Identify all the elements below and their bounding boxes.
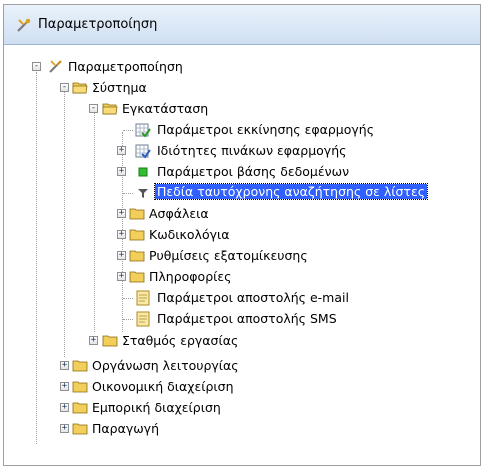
folder-icon bbox=[72, 360, 88, 372]
tree-node-personalization[interactable]: + Ρυθμίσεις εξατομίκευσης bbox=[115, 246, 415, 266]
filter-icon bbox=[138, 189, 148, 198]
collapse-toggle[interactable]: - bbox=[32, 62, 41, 71]
folder-icon bbox=[129, 229, 145, 241]
tree-node-operations[interactable]: + Οργάνωση λειτουργίας bbox=[58, 356, 358, 376]
tree-item-sms-params[interactable]: Παράμετροι αποστολής SMS bbox=[115, 309, 445, 329]
folder-icon bbox=[129, 250, 145, 262]
folder-icon bbox=[129, 271, 145, 283]
tree-node-label: Πληροφορίες bbox=[149, 269, 232, 284]
tree-node-system[interactable]: - Σύστημα bbox=[58, 78, 358, 98]
folder-icon bbox=[102, 335, 118, 347]
tree-node-financial[interactable]: + Οικονομική διαχείριση bbox=[58, 377, 358, 397]
document-icon bbox=[136, 290, 150, 306]
tree-node-label: Ρυθμίσεις εξατομίκευσης bbox=[149, 248, 308, 263]
tree-node-security[interactable]: + Ασφάλεια bbox=[115, 204, 415, 224]
tree-node-label: Ιδιότητες πινάκων εφαρμογής bbox=[157, 143, 347, 158]
tree-node-label: Οικονομική διαχείριση bbox=[92, 379, 234, 394]
tree-node-label: Παραμετροποίηση bbox=[68, 59, 183, 74]
collapse-toggle[interactable]: - bbox=[89, 104, 98, 113]
table-check-icon bbox=[135, 123, 151, 138]
folder-open-icon bbox=[72, 82, 88, 94]
folder-icon bbox=[72, 381, 88, 393]
collapse-toggle[interactable]: - bbox=[60, 83, 69, 92]
expand-toggle[interactable]: + bbox=[117, 272, 126, 281]
expand-toggle[interactable]: + bbox=[60, 403, 69, 412]
tree-node-label: Παράμετροι εκκίνησης εφαρμογής bbox=[157, 122, 375, 137]
tree-node-label: Εμπορική διαχείριση bbox=[92, 400, 221, 415]
tree-item-table-properties[interactable]: + Ιδιότητες πινάκων εφαρμογής bbox=[115, 141, 445, 161]
tree-item-email-params[interactable]: Παράμετροι αποστολής e-mail bbox=[115, 288, 445, 308]
tree-node-label: Παραγωγή bbox=[92, 421, 159, 436]
expand-toggle[interactable]: + bbox=[60, 382, 69, 391]
tree-node-label: Παράμετροι αποστολής e-mail bbox=[157, 290, 349, 305]
expand-toggle[interactable]: + bbox=[117, 230, 126, 239]
tools-icon bbox=[49, 60, 62, 73]
tree-node-information[interactable]: + Πληροφορίες bbox=[115, 267, 415, 287]
folder-open-icon bbox=[102, 103, 118, 115]
tree-item-search-fields[interactable]: Πεδία ταυτόχρονης αναζήτησης σε λίστες bbox=[115, 183, 465, 203]
expand-toggle[interactable]: + bbox=[117, 251, 126, 260]
tree-node-label: Κωδικολόγια bbox=[149, 227, 230, 242]
expand-toggle[interactable]: + bbox=[89, 336, 98, 345]
tree-node-commercial[interactable]: + Εμπορική διαχείριση bbox=[58, 398, 358, 418]
tree-node-label: Παράμετροι αποστολής SMS bbox=[157, 311, 337, 326]
tree-node-label: Παράμετροι βάσης δεδομένων bbox=[157, 164, 350, 179]
tree-node-codes[interactable]: + Κωδικολόγια bbox=[115, 225, 415, 245]
tree-node-label-selected: Πεδία ταυτόχρονης αναζήτησης σε λίστες bbox=[153, 183, 429, 200]
document-icon bbox=[136, 311, 150, 327]
tree-node-installation[interactable]: - Εγκατάσταση bbox=[86, 99, 386, 119]
expand-toggle[interactable]: + bbox=[117, 167, 126, 176]
tree-item-database-params[interactable]: + Παράμετροι βάσης δεδομένων bbox=[115, 162, 445, 182]
tree-node-label: Σταθμός εργασίας bbox=[122, 333, 239, 348]
settings-tree[interactable]: - Παραμετροποίηση - Σύστημα - Εγκατάστασ… bbox=[0, 0, 483, 468]
folder-icon bbox=[72, 402, 88, 414]
expand-toggle[interactable]: + bbox=[60, 424, 69, 433]
tree-node-workstation[interactable]: + Σταθμός εργασίας bbox=[86, 331, 386, 351]
expand-toggle[interactable]: + bbox=[60, 361, 69, 370]
folder-icon bbox=[129, 208, 145, 220]
expand-toggle[interactable]: + bbox=[117, 146, 126, 155]
tree-node-label: Ασφάλεια bbox=[149, 206, 209, 221]
tree-node-label: Εγκατάσταση bbox=[122, 101, 209, 116]
tree-item-startup-params[interactable]: Παράμετροι εκκίνησης εφαρμογής bbox=[115, 120, 445, 140]
table-check-icon bbox=[135, 144, 151, 159]
tree-node-label: Οργάνωση λειτουργίας bbox=[92, 358, 239, 373]
green-square-icon bbox=[138, 167, 148, 177]
folder-icon bbox=[72, 423, 88, 435]
tree-node-label: Σύστημα bbox=[92, 80, 147, 95]
tree-node-root[interactable]: - Παραμετροποίηση bbox=[30, 57, 330, 77]
tree-node-production[interactable]: + Παραγωγή bbox=[58, 419, 358, 439]
expand-toggle[interactable]: + bbox=[117, 209, 126, 218]
